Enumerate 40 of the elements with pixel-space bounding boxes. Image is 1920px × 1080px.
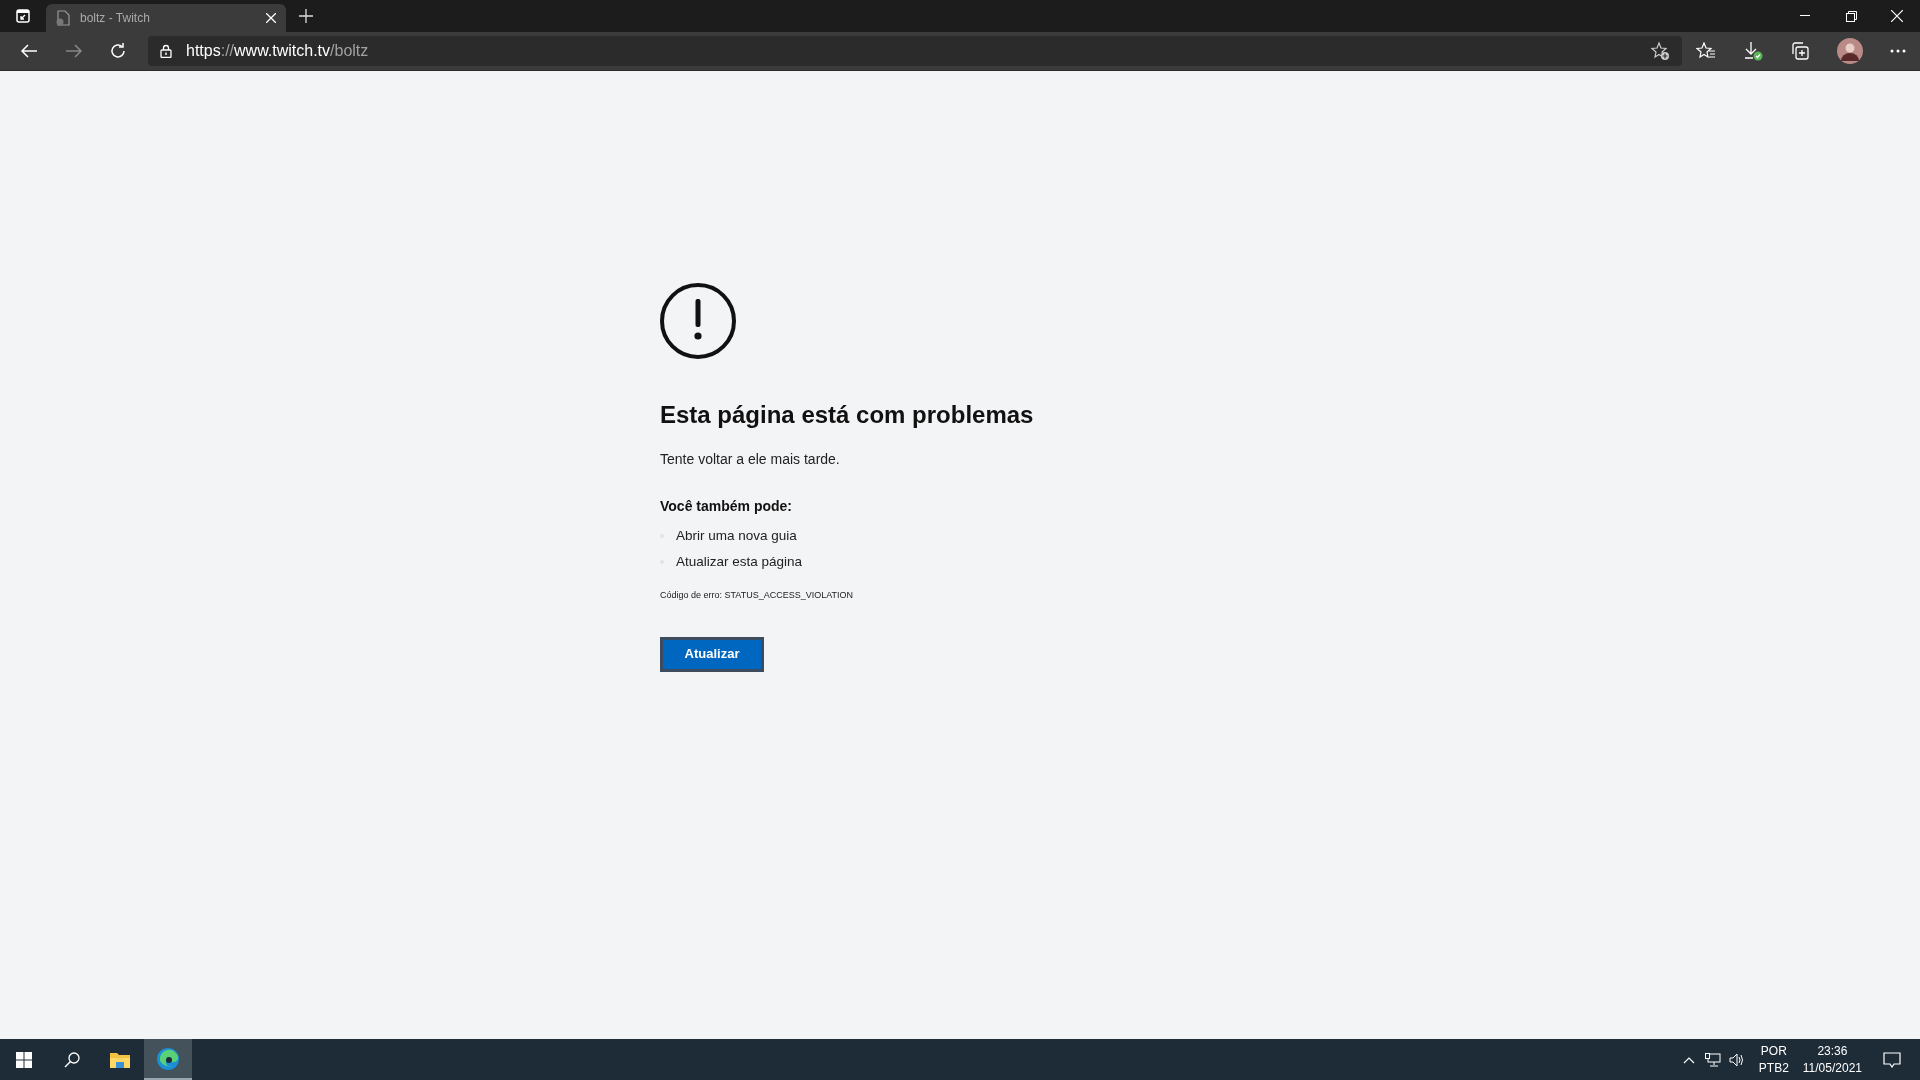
forward-arrow-icon[interactable]: [65, 43, 83, 59]
address-bar[interactable]: https://www.twitch.tv/boltz: [148, 36, 1682, 66]
restore-icon[interactable]: [1845, 10, 1857, 22]
refresh-icon[interactable]: [109, 42, 127, 60]
favorites-icon[interactable]: [1695, 42, 1716, 60]
windows-start-icon[interactable]: [16, 1051, 32, 1068]
error-message: Tente voltar a ele mais tarde.: [660, 450, 840, 469]
new-tab-icon[interactable]: [299, 9, 313, 23]
close-icon[interactable]: [1891, 10, 1903, 22]
browser-logo-icon: [156, 1046, 180, 1071]
warning-icon: [660, 283, 736, 359]
search-icon[interactable]: [64, 1051, 80, 1068]
add-favorite-icon[interactable]: [1650, 41, 1670, 61]
close-tab-icon[interactable]: [266, 13, 276, 23]
error-code: Código de erro: STATUS_ACCESS_VIOLATION: [660, 589, 854, 602]
broken-page-icon: [56, 10, 70, 26]
profile-avatar[interactable]: [1837, 38, 1864, 64]
url-text: https://www.twitch.tv/boltz: [186, 41, 369, 61]
option-text: Abrir uma nova guia: [676, 526, 797, 545]
chevron-up-icon[interactable]: [1682, 1055, 1695, 1064]
folder-icon: [109, 1050, 131, 1069]
tab-actions-icon[interactable]: [16, 9, 30, 23]
keyboard-layout[interactable]: PTB2: [1758, 1059, 1789, 1077]
clock-date[interactable]: 11/05/2021: [1802, 1059, 1862, 1077]
options-heading: Você também pode:: [660, 497, 792, 516]
refresh-button[interactable]: Atualizar: [660, 636, 764, 672]
back-arrow-icon[interactable]: [20, 43, 38, 59]
language-indicator[interactable]: POR: [1760, 1042, 1787, 1060]
notifications-icon[interactable]: [1883, 1051, 1901, 1068]
lock-icon: [160, 44, 172, 58]
more-menu-icon[interactable]: [1890, 49, 1907, 53]
clock-time[interactable]: 23:36: [1817, 1042, 1848, 1060]
volume-icon[interactable]: [1728, 1052, 1745, 1067]
error-heading: Esta página está com problemas: [660, 400, 1034, 430]
browser-tab[interactable]: boltz - Twitch: [46, 4, 286, 32]
option-text: Atualizar esta página: [676, 552, 803, 571]
network-icon[interactable]: [1704, 1052, 1721, 1067]
collections-icon[interactable]: [1789, 41, 1810, 61]
download-complete-icon[interactable]: [1742, 41, 1763, 61]
minimize-icon[interactable]: [1800, 15, 1810, 17]
